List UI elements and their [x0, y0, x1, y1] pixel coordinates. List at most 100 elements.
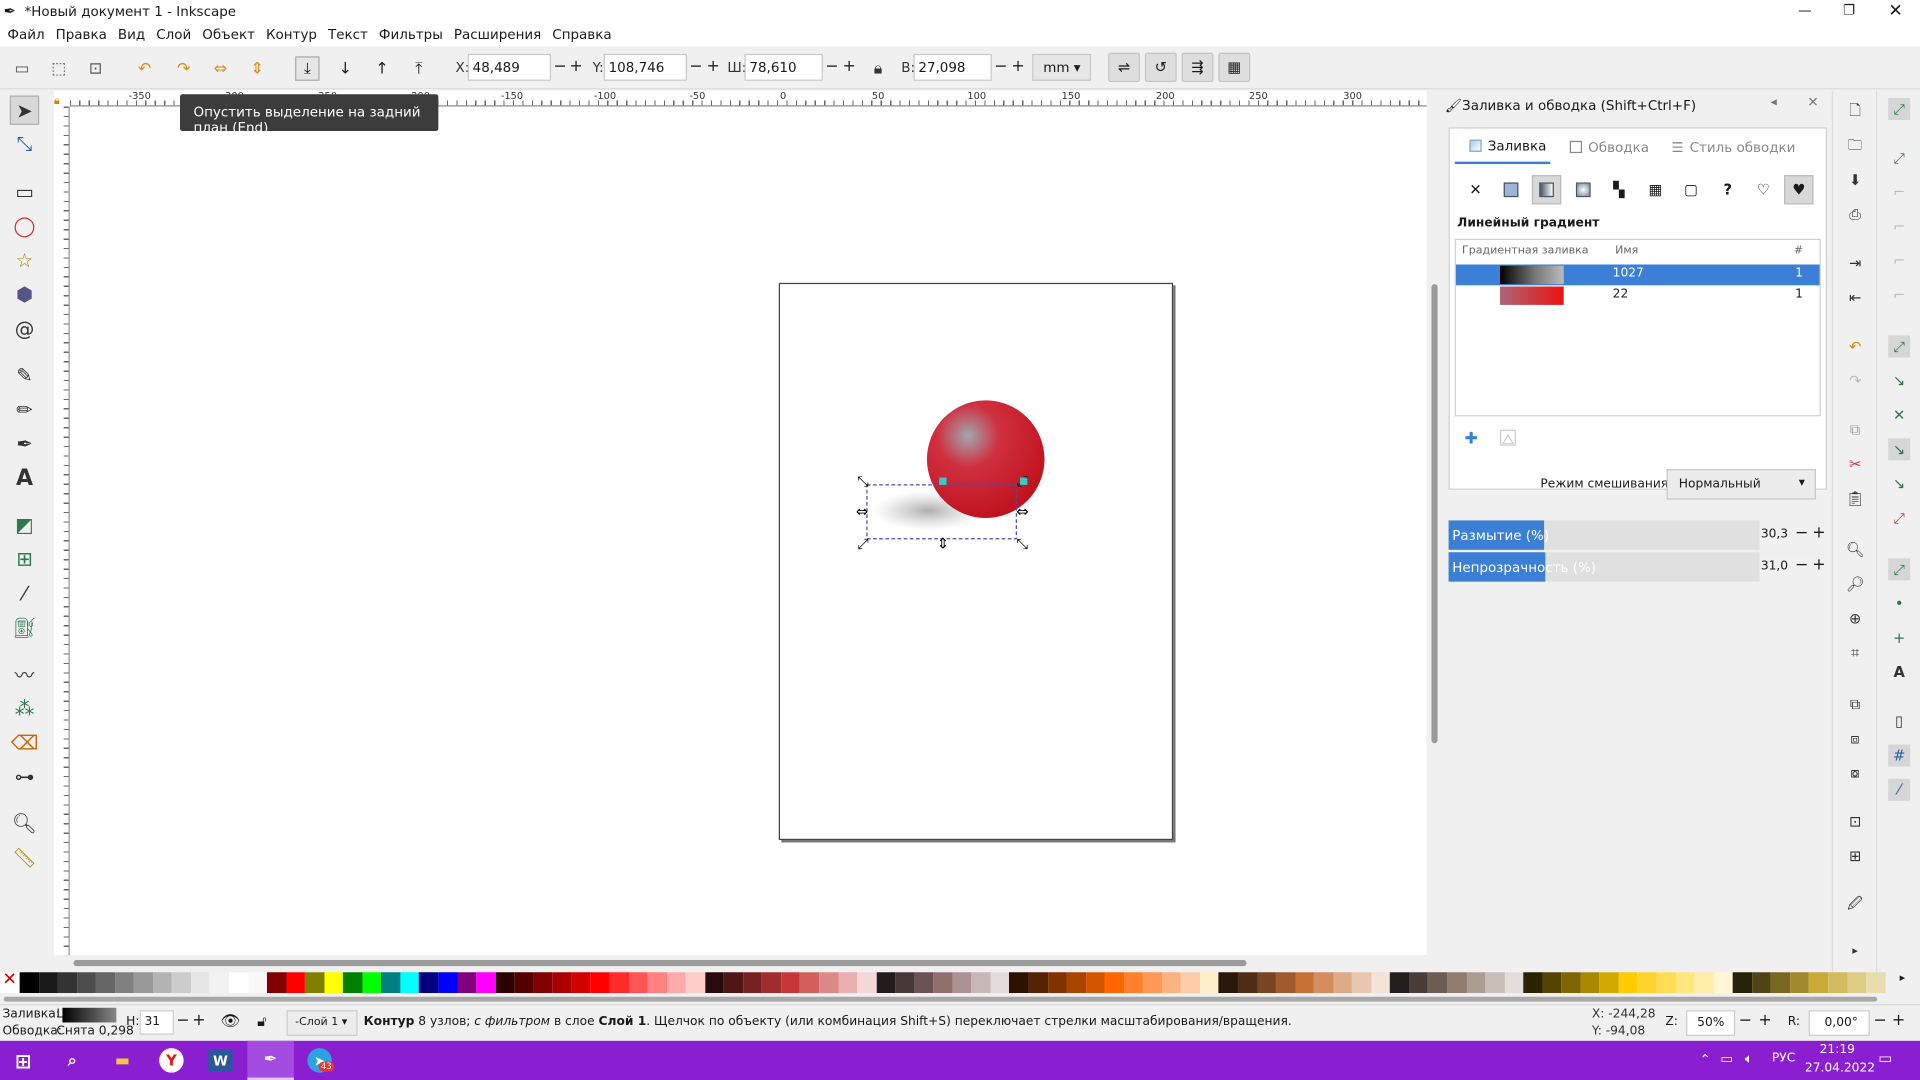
import-icon[interactable]: ⇥	[1844, 252, 1866, 274]
flip-vertical-icon[interactable]: ⇕	[245, 56, 269, 80]
paste-icon[interactable]: 📋︎	[1844, 487, 1866, 509]
scale-handle-w[interactable]: ⇔	[856, 504, 868, 521]
snap-grids-icon[interactable]: #	[1888, 744, 1911, 767]
zoom-increment-button[interactable]: +	[1758, 1011, 1771, 1029]
height-input[interactable]: 27,098	[913, 53, 992, 81]
more-commands-icon[interactable]: ▸	[1844, 940, 1866, 962]
layer-select[interactable]: -Слой 1 ▾	[286, 1010, 358, 1036]
menu-object[interactable]: Объект	[200, 23, 264, 46]
scale-handle-e[interactable]: ⇔	[1016, 504, 1028, 521]
ruler-corner-lock-icon[interactable]: 🔒︎	[53, 90, 70, 108]
snap-rotation-center-icon[interactable]: +	[1888, 627, 1910, 649]
raise-to-top-icon[interactable]: ⤒	[407, 56, 431, 80]
zoom-page-icon[interactable]: ⊕	[1844, 607, 1866, 629]
menu-text[interactable]: Текст	[326, 23, 377, 46]
inkscape-taskbar-icon[interactable]: ✒	[247, 1040, 294, 1080]
gradient-row[interactable]: 22 1	[1456, 285, 1820, 306]
close-button[interactable]: ✕	[1873, 0, 1917, 23]
tab-fill[interactable]: Заливка	[1454, 130, 1551, 165]
select-all-icon[interactable]: ▭	[10, 56, 34, 80]
rectangle-tool-icon[interactable]: ▭	[10, 176, 39, 205]
blur-increment-button[interactable]: +	[1812, 524, 1825, 542]
rotate-ccw-icon[interactable]: ↶	[132, 56, 156, 80]
scale-handle-sw[interactable]: ⤢	[857, 536, 870, 553]
x-increment-button[interactable]: +	[569, 58, 582, 76]
gradient-row[interactable]: 1027 1	[1455, 264, 1820, 286]
mesh-gradient-icon[interactable]: ▚	[1604, 175, 1633, 204]
opacity-status-decrement[interactable]: −	[176, 1011, 189, 1029]
x-input[interactable]: 48,489	[467, 53, 552, 81]
language-indicator[interactable]: РУС	[1772, 1052, 1795, 1065]
opacity-status-increment[interactable]: +	[192, 1011, 205, 1029]
duplicate-icon[interactable]: ⧉	[1844, 693, 1866, 715]
layer-visibility-eye-icon[interactable]: 👁︎	[220, 1013, 240, 1031]
horizontal-scrollbar[interactable]	[69, 955, 1427, 973]
linear-gradient-icon[interactable]	[1531, 175, 1562, 205]
red-sphere[interactable]	[926, 400, 1045, 518]
menu-file[interactable]: Файл	[5, 23, 53, 46]
scale-corners-icon[interactable]: ↺	[1144, 52, 1177, 83]
snap-bbox-edge-icon[interactable]: ⌐	[1888, 181, 1910, 203]
panel-close-icon[interactable]: ✕	[1807, 94, 1818, 110]
clone-icon[interactable]: ⧈	[1844, 727, 1866, 749]
snap-centers-icon[interactable]: •	[1888, 593, 1910, 615]
ungroup-icon[interactable]: ⊞	[1844, 845, 1866, 867]
search-icon[interactable]: ⌕	[56, 1046, 88, 1075]
group-icon[interactable]: ⊡	[1844, 811, 1866, 833]
3d-box-tool-icon[interactable]: ⬢	[10, 279, 39, 308]
zoom-tool-icon[interactable]: 🔍︎	[10, 808, 39, 837]
unit-select[interactable]: mm ▾	[1032, 53, 1092, 81]
snap-bbox-icon[interactable]: ⤢	[1888, 147, 1910, 169]
file-explorer-icon[interactable]: ▬	[107, 1046, 139, 1075]
menu-path[interactable]: Контур	[264, 23, 326, 46]
rotation-increment-button[interactable]: +	[1892, 1011, 1905, 1029]
blur-value[interactable]: 30,3	[1761, 528, 1788, 541]
flat-color-icon[interactable]	[1496, 175, 1525, 204]
scale-handle-s[interactable]: ⇕	[937, 536, 949, 553]
dropper-tool-icon[interactable]: ⁄	[10, 578, 39, 607]
zoom-decrement-button[interactable]: −	[1739, 1011, 1752, 1029]
menu-help[interactable]: Справка	[550, 23, 620, 46]
measure-tool-icon[interactable]: 📏︎	[10, 842, 39, 871]
blend-mode-select[interactable]: Нормальный ▾	[1666, 468, 1816, 500]
star-tool-icon[interactable]: ☆	[10, 245, 39, 274]
snap-nodes-icon[interactable]: ⤢	[1888, 335, 1911, 358]
gradient-handle[interactable]	[1020, 477, 1028, 485]
connector-tool-icon[interactable]: ⊶	[10, 762, 39, 791]
menu-extensions[interactable]: Расширения	[451, 23, 549, 46]
snap-bbox-midpoint-icon[interactable]: ⌐	[1888, 250, 1910, 272]
no-paint-icon[interactable]: ✕	[1461, 175, 1490, 204]
raise-icon[interactable]: ↑	[370, 56, 394, 80]
swatch-icon[interactable]: ▢	[1676, 175, 1705, 204]
opacity-decrement-button[interactable]: −	[1795, 556, 1808, 574]
vertical-scrollbar[interactable]	[1426, 106, 1444, 956]
export-icon[interactable]: ⇤	[1844, 287, 1866, 309]
menu-filters[interactable]: Фильтры	[376, 23, 451, 46]
cut-icon[interactable]: ✂	[1844, 453, 1866, 475]
width-decrement-button[interactable]: −	[825, 58, 838, 76]
menu-view[interactable]: Вид	[115, 23, 153, 46]
undo-icon[interactable]: ↶	[1844, 336, 1866, 358]
height-increment-button[interactable]: +	[1011, 58, 1024, 76]
minimize-button[interactable]: —	[1783, 0, 1827, 23]
new-document-icon[interactable]: 🗋︎	[1844, 100, 1866, 122]
lower-to-bottom-icon[interactable]: ⤓	[295, 56, 320, 81]
rotation-input[interactable]: 0,00°	[1808, 1010, 1870, 1036]
color-palette[interactable]: ✕ ▸	[0, 970, 1920, 994]
tab-stroke-paint[interactable]: Обводка	[1569, 130, 1649, 164]
unset-paint-icon[interactable]: ?	[1713, 175, 1742, 204]
layer-lock-icon[interactable]: 🔓︎	[257, 1013, 267, 1031]
ellipse-tool-icon[interactable]: ◯	[10, 211, 39, 240]
print-icon[interactable]: ⎙	[1844, 203, 1866, 225]
spray-tool-icon[interactable]: ⁂	[10, 693, 39, 722]
node-tool-icon[interactable]: ⤡	[10, 130, 39, 159]
gradient-handle[interactable]	[939, 477, 947, 485]
yandex-browser-icon[interactable]: Y	[156, 1046, 188, 1075]
text-tool-icon[interactable]: A	[10, 463, 39, 492]
opacity-status-input[interactable]: 31	[139, 1010, 174, 1035]
maximize-button[interactable]: ❐	[1827, 0, 1871, 23]
fill-stroke-dialog-icon[interactable]: 🖉︎	[1844, 894, 1866, 916]
snap-bbox-corner-icon[interactable]: ⌐	[1888, 216, 1910, 238]
pencil-tool-icon[interactable]: ✏	[10, 394, 39, 423]
open-icon[interactable]: 🗀︎	[1844, 135, 1866, 157]
